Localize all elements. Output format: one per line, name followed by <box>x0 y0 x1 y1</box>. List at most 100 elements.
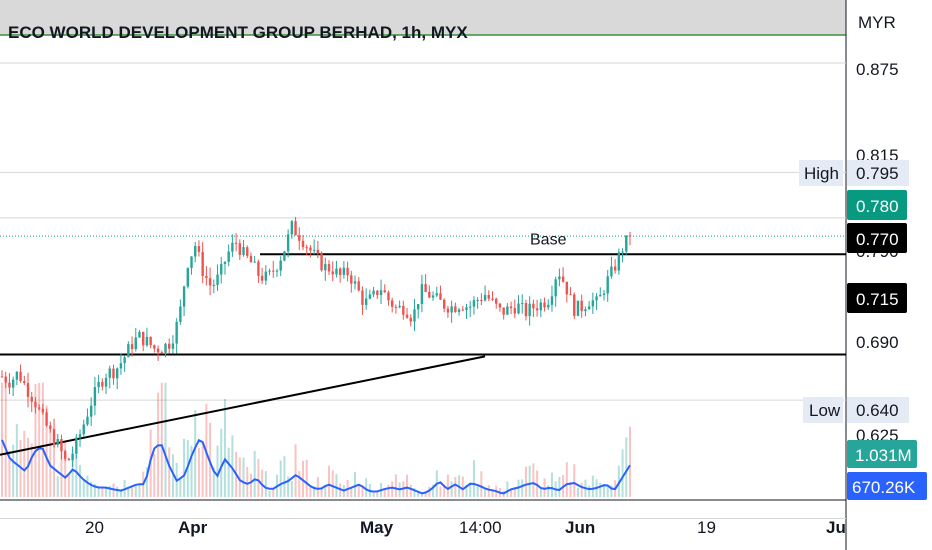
volume-bar <box>15 424 18 497</box>
candle-body <box>231 242 234 252</box>
candle-body <box>416 304 420 310</box>
candle-body <box>30 396 33 402</box>
volume-bar <box>216 445 219 497</box>
candle-body <box>112 368 115 379</box>
volume-bar <box>446 474 449 497</box>
candle-body <box>628 235 632 237</box>
candle-body <box>290 221 294 235</box>
candle-body <box>394 306 398 308</box>
candle-body <box>19 371 22 382</box>
volume-bar <box>484 489 487 497</box>
candle-body <box>625 235 628 252</box>
volume-ma-badge: 670.26K <box>847 472 927 500</box>
volume-bar <box>223 398 226 497</box>
candle-body <box>331 271 334 275</box>
price-chart[interactable]: ECO WORLD DEVELOPMENT GROUP BERHAD, 1h, … <box>0 0 932 550</box>
volume-bar <box>335 474 338 497</box>
volume-bar <box>331 470 334 497</box>
candle-body <box>93 387 97 406</box>
volume-bar <box>79 465 82 497</box>
volume-bar <box>75 454 78 497</box>
candle-body <box>610 266 613 277</box>
candle-body <box>402 305 405 315</box>
candle-body <box>599 294 602 297</box>
candle-body <box>0 376 4 378</box>
volume-bar <box>272 489 275 497</box>
candle-body <box>390 300 394 307</box>
candle-body <box>584 309 587 312</box>
candle-body <box>11 379 15 388</box>
volume-bar <box>599 483 602 497</box>
candle-body <box>342 267 346 275</box>
candle-body <box>361 290 364 305</box>
candle-body <box>15 371 19 380</box>
time-tick-label: 19 <box>697 518 716 537</box>
volume-bar <box>320 488 323 497</box>
candle-body <box>71 453 74 461</box>
candle-body <box>301 240 305 248</box>
high-badge-value: 0.795 <box>856 164 899 183</box>
volume-bar <box>257 458 260 497</box>
candle-body <box>8 382 11 388</box>
candle-body <box>353 281 357 284</box>
volume-bar <box>138 485 141 497</box>
volume-bar <box>543 478 546 497</box>
candle-body <box>104 377 108 387</box>
candle-body <box>227 251 230 262</box>
candle-body <box>164 343 167 353</box>
volume-bar <box>194 410 197 497</box>
volume-bar <box>220 428 223 497</box>
volume-bar <box>532 463 535 497</box>
candle-body <box>446 308 450 313</box>
candle-body <box>23 381 26 384</box>
candle-body <box>220 263 223 275</box>
candle-body <box>298 235 301 241</box>
volume-bar <box>30 443 33 497</box>
volume-bar <box>164 382 167 497</box>
candle-body <box>443 299 446 309</box>
volume-bar <box>309 486 312 497</box>
volume-bar <box>246 467 249 497</box>
candle-body <box>532 303 535 309</box>
candle-body <box>63 451 67 459</box>
last-price-value: 0.780 <box>856 197 899 216</box>
volume-bar <box>558 477 561 497</box>
candle-body <box>539 302 543 311</box>
candle-body <box>350 275 353 284</box>
candle-body <box>264 271 268 281</box>
volume-bar <box>82 479 85 497</box>
candle-body <box>249 255 253 263</box>
volume-bar <box>591 475 594 497</box>
candle-body <box>469 306 472 308</box>
candle-body <box>547 304 550 308</box>
volume-ma-line <box>1 438 631 495</box>
time-tick-label: May <box>360 518 394 537</box>
candle-body <box>457 309 461 313</box>
trend-line[interactable] <box>0 355 486 456</box>
volume-bar <box>550 472 553 497</box>
candle-body <box>294 221 297 236</box>
candle-body <box>591 300 595 307</box>
candle-body <box>182 286 186 307</box>
candle-body <box>212 284 216 286</box>
candle-body <box>246 247 249 256</box>
candle-body <box>37 407 41 409</box>
volume-bar <box>350 488 353 497</box>
candle-body <box>312 249 316 251</box>
candle-body <box>554 279 557 297</box>
candle-body <box>309 247 312 251</box>
volume-bar <box>521 479 524 497</box>
candle-body <box>480 299 483 301</box>
candle-body <box>186 268 189 287</box>
volume-bar <box>268 490 271 497</box>
candle-body <box>26 383 30 397</box>
volume-value: 1.031M <box>855 446 912 465</box>
candle-body <box>41 408 45 413</box>
volume-bar <box>580 482 583 497</box>
volume-bar <box>160 382 163 497</box>
candle-body <box>260 275 264 281</box>
volume-bar <box>101 487 104 497</box>
volume-bar <box>116 486 119 497</box>
candle-body <box>205 275 208 279</box>
candle-body <box>119 363 123 369</box>
